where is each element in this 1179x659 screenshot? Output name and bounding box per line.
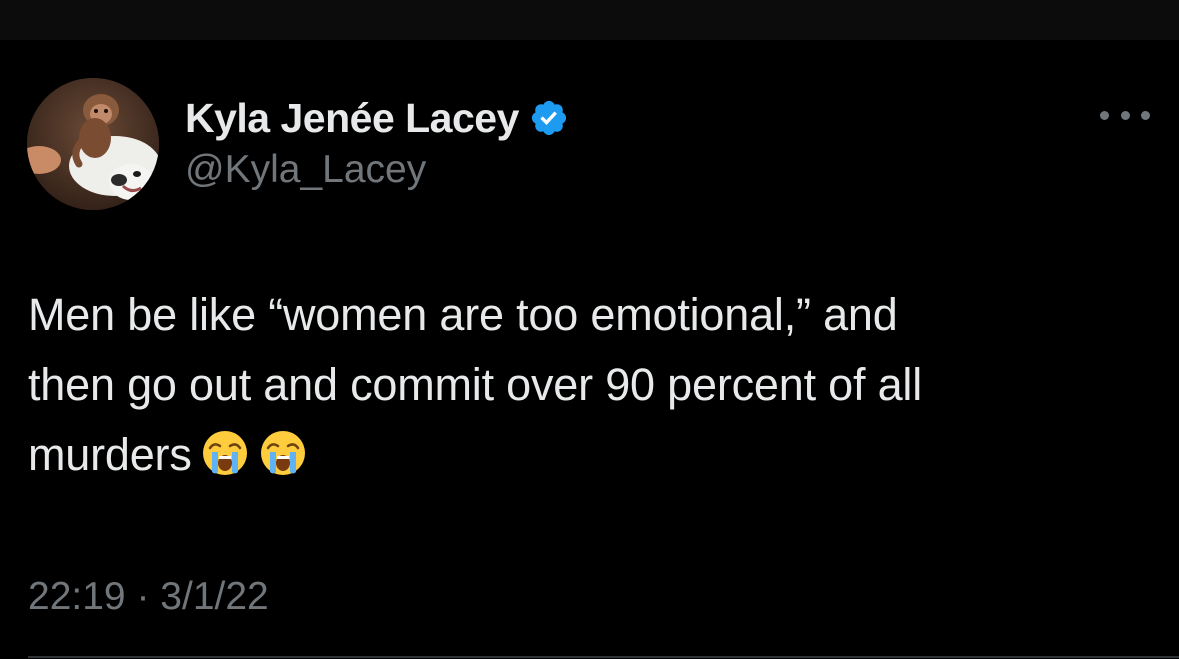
divider <box>28 656 1179 658</box>
tweet-timestamp[interactable]: 22:19 · 3/1/22 <box>28 575 269 619</box>
tweet: Kyla Jenée Lacey @Kyla_Lacey Men be like… <box>0 40 1179 659</box>
tweet-text-line: then go out and commit over 90 percent o… <box>28 359 923 410</box>
tweet-time: 22:19 <box>28 575 126 618</box>
avatar-image <box>27 78 159 210</box>
tweet-text-line: Men be like “women are too emotional,” a… <box>28 289 898 340</box>
loudly-crying-face-emoji <box>200 428 250 478</box>
more-dot <box>1120 110 1130 120</box>
tweet-date: 3/1/22 <box>160 575 269 618</box>
tweet-text-line: murders <box>28 429 192 480</box>
more-options-icon[interactable] <box>1100 100 1150 130</box>
verified-badge-icon <box>529 98 569 138</box>
avatar[interactable] <box>27 78 159 210</box>
tweet-text: Men be like “women are too emotional,” a… <box>28 280 1148 490</box>
timestamp-separator: · <box>136 575 150 618</box>
more-dot <box>1141 110 1150 120</box>
tweet-text-line-last: murders <box>28 420 1148 490</box>
top-bar <box>0 0 1179 40</box>
author-name-row[interactable]: Kyla Jenée Lacey <box>185 94 569 142</box>
loudly-crying-face-emoji <box>258 428 308 478</box>
author-display-name[interactable]: Kyla Jenée Lacey <box>185 95 519 142</box>
more-dot <box>1100 110 1109 120</box>
author-handle[interactable]: @Kyla_Lacey <box>185 148 426 192</box>
